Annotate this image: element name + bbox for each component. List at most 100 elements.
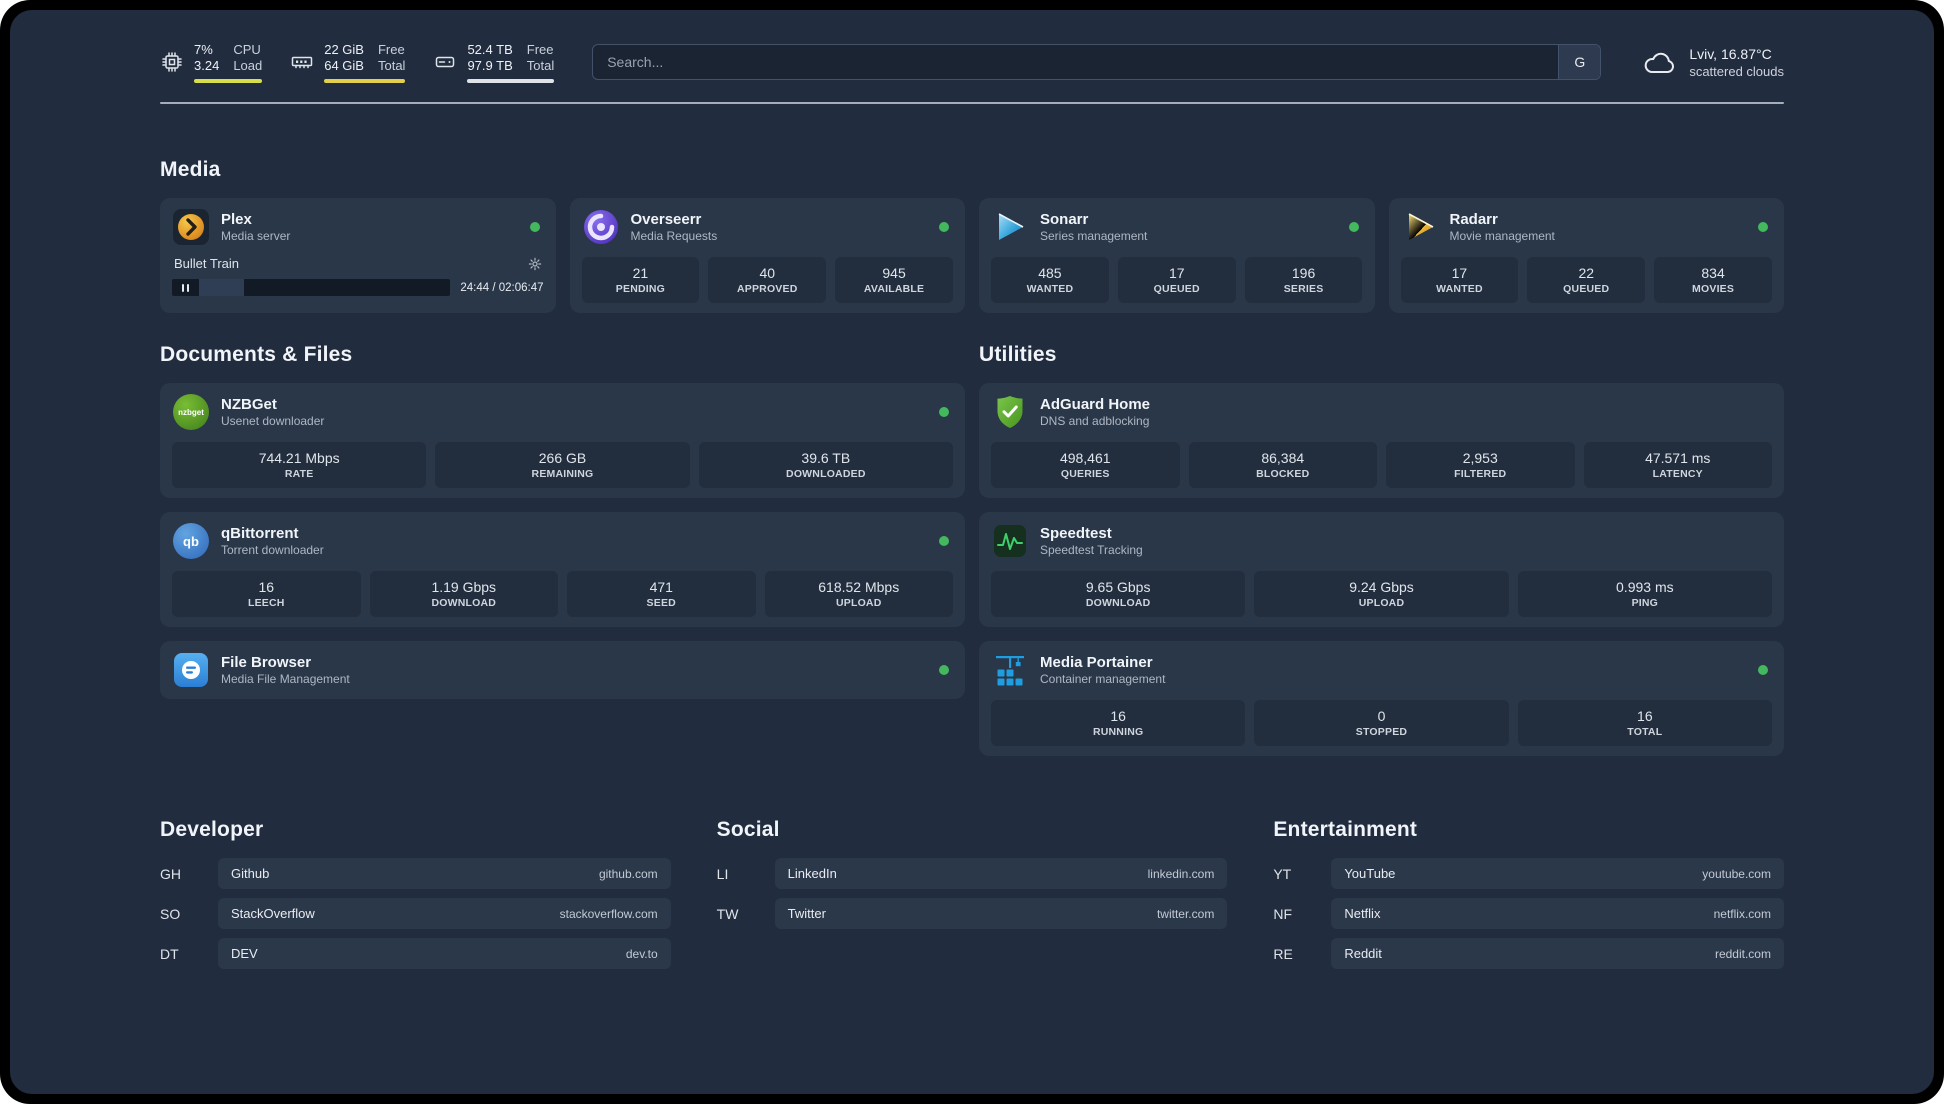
bookmark-youtube[interactable]: YouTube youtube.com xyxy=(1331,858,1784,889)
filebrowser-card[interactable]: File Browser Media File Management xyxy=(160,641,965,699)
stat-label: AVAILABLE xyxy=(863,283,925,295)
adguard-header: AdGuard Home DNS and adblocking xyxy=(991,393,1772,431)
overseerr-icon xyxy=(582,208,620,246)
disk-usage-bar xyxy=(467,78,555,83)
app-title: Speedtest xyxy=(1040,525,1112,542)
window-frame: 7% 3.24 CPU Load 22 GiB 64 GiB Free Tota… xyxy=(0,0,1944,1104)
sonarr-icon xyxy=(991,208,1029,246)
playback-progress-fill xyxy=(199,279,245,296)
speedtest-graph-icon xyxy=(991,522,1029,560)
section-title-documents: Documents & Files xyxy=(160,343,353,366)
stat-label: QUEUED xyxy=(1563,283,1610,295)
search-input[interactable] xyxy=(592,44,1602,80)
now-playing-title: Bullet Train xyxy=(174,256,240,271)
adguard-meta: AdGuard Home DNS and adblocking xyxy=(1040,395,1150,429)
bookmark-url: dev.to xyxy=(625,946,658,961)
section-title-developer: Developer xyxy=(160,818,264,841)
status-indicator xyxy=(1348,222,1359,232)
portainer-crane-icon xyxy=(991,651,1029,689)
stat-value: 471 xyxy=(649,579,673,595)
stat-value: 40 xyxy=(759,265,776,281)
radarr-card[interactable]: Radarr Movie management 17 WANTED 22 QUE… xyxy=(1388,198,1784,313)
ram-free-label: Free xyxy=(377,41,405,57)
portainer-card[interactable]: Media Portainer Container management 16 … xyxy=(979,641,1784,756)
cpu-usage-bar xyxy=(194,78,263,83)
pause-button[interactable] xyxy=(172,279,199,296)
stat-value: 1.19 Gbps xyxy=(431,579,497,595)
main-content: Media Plex Media server Bullet Train 24:… xyxy=(160,158,1784,978)
cloud-icon xyxy=(1643,49,1677,75)
stat-tile: 22 QUEUED xyxy=(1527,257,1646,303)
cpu-load-value: 3.24 xyxy=(194,57,220,73)
stat-tile: 744.21 Mbps RATE xyxy=(172,442,427,488)
stat-label: DOWNLOADED xyxy=(786,468,866,480)
bookmark-github[interactable]: Github github.com xyxy=(218,858,671,889)
qbittorrent-icon: qb xyxy=(172,522,210,560)
status-indicator xyxy=(1758,665,1768,675)
bookmark-dev[interactable]: DEV dev.to xyxy=(218,938,671,969)
stat-tile: 618.52 Mbps UPLOAD xyxy=(764,571,953,617)
playback-progress-bar[interactable] xyxy=(199,279,451,296)
ram-total-value: 64 GiB xyxy=(324,57,364,73)
app-title: AdGuard Home xyxy=(1040,396,1151,413)
plex-card[interactable]: Plex Media server Bullet Train 24:44 / 0… xyxy=(160,198,556,313)
app-title: Media Portainer xyxy=(1040,654,1153,671)
ram-metric-body: 22 GiB 64 GiB Free Total xyxy=(324,41,406,83)
portainer-header: Media Portainer Container management xyxy=(991,651,1772,689)
app-subtitle: Media server xyxy=(221,229,291,243)
stat-label: RATE xyxy=(284,468,314,480)
stat-label: APPROVED xyxy=(736,283,798,295)
ram-metric: 22 GiB 64 GiB Free Total xyxy=(290,41,406,83)
app-subtitle: Series management xyxy=(1040,229,1148,243)
bookmark-netflix[interactable]: Netflix netflix.com xyxy=(1331,898,1784,929)
stat-value: 47.571 ms xyxy=(1645,450,1711,466)
stat-tile: 266 GB REMAINING xyxy=(435,442,690,488)
overseerr-card[interactable]: Overseerr Media Requests 21 PENDING 40 A… xyxy=(569,198,965,313)
disk-total-label: Total xyxy=(526,57,555,73)
bookmark-row: SO StackOverflow stackoverflow.com xyxy=(160,898,671,929)
qbittorrent-card[interactable]: qb qBittorrent Torrent downloader 16 LEE… xyxy=(160,512,965,627)
bookmark-twitter[interactable]: Twitter twitter.com xyxy=(774,898,1228,929)
filebrowser-meta: File Browser Media File Management xyxy=(221,653,350,687)
weather-location: Lviv, 16.87°C xyxy=(1689,45,1772,62)
gear-icon[interactable] xyxy=(528,257,542,271)
nzbget-card[interactable]: nzbget NZBGet Usenet downloader 744.21 M… xyxy=(160,383,965,498)
status-indicator xyxy=(529,222,540,232)
system-metrics: 7% 3.24 CPU Load 22 GiB 64 GiB Free Tota… xyxy=(160,41,555,83)
bookmark-stackoverflow[interactable]: StackOverflow stackoverflow.com xyxy=(218,898,671,929)
weather-widget[interactable]: Lviv, 16.87°C scattered clouds xyxy=(1643,45,1784,80)
section-title-entertainment: Entertainment xyxy=(1273,818,1418,841)
media-section: Plex Media server Bullet Train 24:44 / 0… xyxy=(160,198,1784,313)
bookmark-row: DT DEV dev.to xyxy=(160,938,671,969)
top-bar: 7% 3.24 CPU Load 22 GiB 64 GiB Free Tota… xyxy=(160,38,1784,86)
nzbget-stats: 744.21 Mbps RATE 266 GB REMAINING 39.6 T… xyxy=(172,442,953,488)
stat-value: 21 xyxy=(632,265,649,281)
bookmark-linkedin[interactable]: LinkedIn linkedin.com xyxy=(774,858,1228,889)
status-indicator xyxy=(939,407,949,417)
search-engine-button[interactable]: G xyxy=(1558,45,1601,79)
disk-drive-icon xyxy=(433,50,457,74)
stat-label: QUERIES xyxy=(1060,468,1110,480)
sonarr-header: Sonarr Series management xyxy=(991,208,1363,246)
bookmark-reddit[interactable]: Reddit reddit.com xyxy=(1331,938,1784,969)
stat-label: TOTAL xyxy=(1627,726,1663,738)
header-divider xyxy=(160,102,1784,104)
nzbget-header: nzbget NZBGet Usenet downloader xyxy=(172,393,953,431)
overseerr-header: Overseerr Media Requests xyxy=(582,208,954,246)
stat-tile: 834 MOVIES xyxy=(1654,257,1772,303)
bookmark-url: github.com xyxy=(598,866,658,881)
sonarr-card[interactable]: Sonarr Series management 485 WANTED 17 Q… xyxy=(979,198,1375,313)
adguard-card[interactable]: AdGuard Home DNS and adblocking 498,461 … xyxy=(979,383,1784,498)
stat-value: 744.21 Mbps xyxy=(258,450,340,466)
overseerr-meta: Overseerr Media Requests xyxy=(631,210,718,244)
app-subtitle: DNS and adblocking xyxy=(1040,414,1150,428)
stat-label: BLOCKED xyxy=(1256,468,1310,480)
stat-value: 2,953 xyxy=(1462,450,1498,466)
status-indicator xyxy=(939,536,949,546)
speedtest-card[interactable]: Speedtest Speedtest Tracking 9.65 Gbps D… xyxy=(979,512,1784,627)
plex-icon xyxy=(172,208,210,246)
stat-value: 22 xyxy=(1578,265,1595,281)
ram-total-label: Total xyxy=(377,57,406,73)
adguard-shield-icon xyxy=(991,393,1029,431)
cpu-metric-body: 7% 3.24 CPU Load xyxy=(194,42,263,83)
